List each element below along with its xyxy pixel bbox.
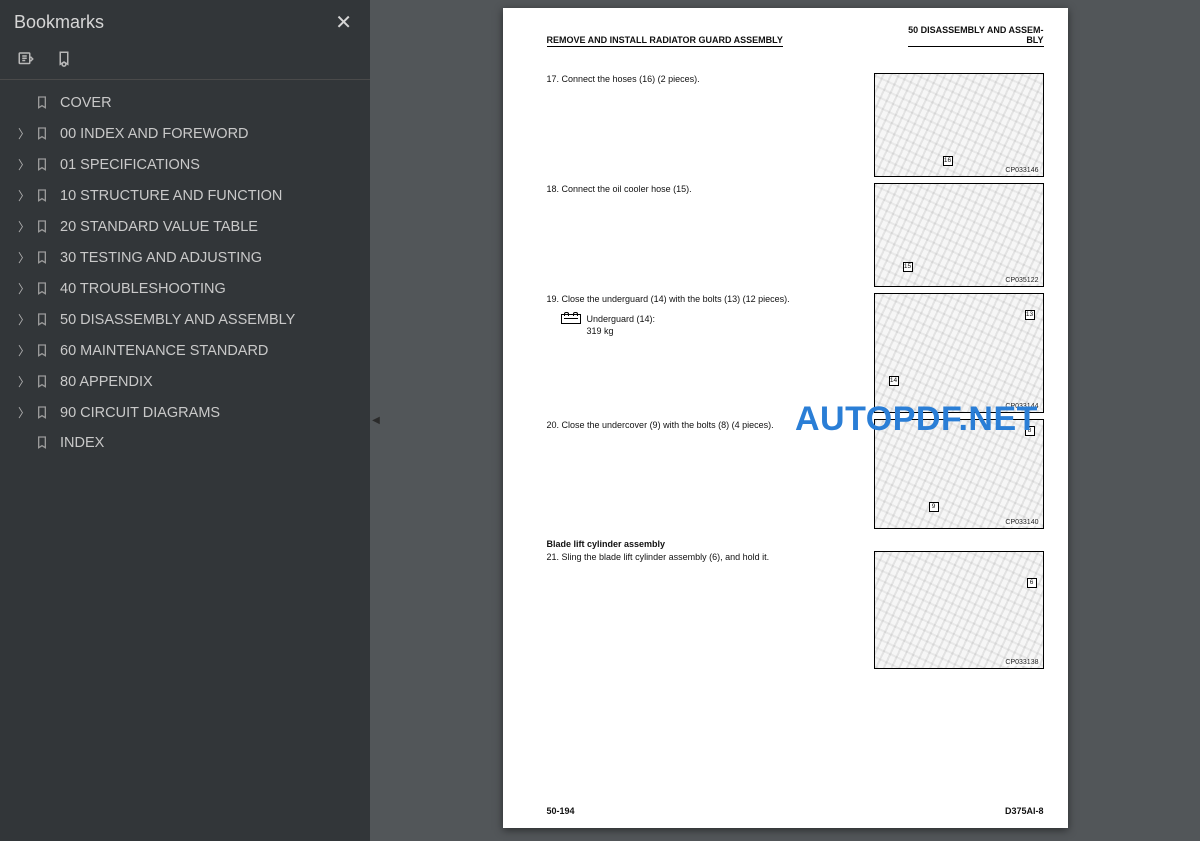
bookmark-label: 50 DISASSEMBLY AND ASSEMBLY: [60, 312, 295, 328]
figure-image: CP033140 8 9: [874, 419, 1044, 529]
bookmark-item[interactable]: 〉 40 TROUBLESHOOTING: [0, 273, 370, 304]
bookmark-label: 60 MAINTENANCE STANDARD: [60, 343, 268, 359]
figure-image: CP033144 13 14: [874, 293, 1044, 413]
bookmark-label: 20 STANDARD VALUE TABLE: [60, 219, 258, 235]
sidebar-toolbar: [0, 43, 370, 80]
mass-icon: [561, 314, 581, 324]
figure-image: CP033138 6: [874, 551, 1044, 669]
page-body: 17. Connect the hoses (16) (2 pieces).CP…: [547, 73, 1044, 669]
header-left: REMOVE AND INSTALL RADIATOR GUARD ASSEMB…: [547, 35, 783, 47]
subheading: Blade lift cylinder assembly: [547, 539, 1044, 549]
bookmark-icon: [34, 281, 50, 297]
bookmark-label: 90 CIRCUIT DIAGRAMS: [60, 405, 220, 421]
procedure-step: 17. Connect the hoses (16) (2 pieces).CP…: [547, 73, 1044, 177]
figure-callout: 14: [889, 376, 899, 386]
figure-callout: 9: [929, 502, 939, 512]
step-text: 20. Close the undercover (9) with the bo…: [547, 419, 874, 529]
bookmark-label: 30 TESTING AND ADJUSTING: [60, 250, 262, 266]
bookmark-item[interactable]: COVER: [0, 88, 370, 118]
bookmark-icon: [34, 312, 50, 328]
figure-code: CP033144: [1004, 403, 1039, 410]
page-footer: 50-194 D375AI-8: [547, 805, 1044, 816]
bookmark-item[interactable]: 〉 90 CIRCUIT DIAGRAMS: [0, 397, 370, 428]
sidebar-title: Bookmarks: [14, 12, 104, 33]
bookmark-item[interactable]: INDEX: [0, 428, 370, 458]
chevron-right-icon[interactable]: 〉: [18, 187, 28, 204]
bookmark-item[interactable]: 〉 30 TESTING AND ADJUSTING: [0, 242, 370, 273]
outline-view-icon[interactable]: [16, 49, 36, 69]
chevron-right-icon[interactable]: 〉: [18, 311, 28, 328]
procedure-step: 18. Connect the oil cooler hose (15).CP0…: [547, 183, 1044, 287]
bookmark-item[interactable]: 〉 10 STRUCTURE AND FUNCTION: [0, 180, 370, 211]
chevron-right-icon[interactable]: 〉: [18, 342, 28, 359]
bookmark-label: COVER: [60, 95, 112, 111]
bookmark-icon: [34, 435, 50, 451]
bookmark-icon: [34, 157, 50, 173]
figure-code: CP033138: [1004, 659, 1039, 666]
bookmark-label: 40 TROUBLESHOOTING: [60, 281, 226, 297]
bookmark-item[interactable]: 〉 00 INDEX AND FOREWORD: [0, 118, 370, 149]
bookmarks-sidebar: Bookmarks ✕ COVER〉00 INDEX AND FOREWORD〉…: [0, 0, 370, 841]
bookmark-icon: [34, 405, 50, 421]
bookmark-item[interactable]: 〉 60 MAINTENANCE STANDARD: [0, 335, 370, 366]
bookmark-item[interactable]: 〉 50 DISASSEMBLY AND ASSEMBLY: [0, 304, 370, 335]
bookmark-label: 00 INDEX AND FOREWORD: [60, 126, 249, 142]
footer-page-number: 50-194: [547, 806, 575, 816]
bookmark-label: 01 SPECIFICATIONS: [60, 157, 200, 173]
step-text: 18. Connect the oil cooler hose (15).: [547, 183, 874, 287]
document-page: REMOVE AND INSTALL RADIATOR GUARD ASSEMB…: [503, 8, 1068, 828]
bookmark-icon: [34, 343, 50, 359]
figure-callout: 15: [903, 262, 913, 272]
chevron-right-icon[interactable]: 〉: [18, 373, 28, 390]
close-icon[interactable]: ✕: [331, 10, 356, 35]
bookmark-item[interactable]: 〉 01 SPECIFICATIONS: [0, 149, 370, 180]
procedure-step: 21. Sling the blade lift cylinder assemb…: [547, 551, 1044, 669]
chevron-right-icon[interactable]: 〉: [18, 218, 28, 235]
step-weight-note: Underguard (14):319 kg: [561, 313, 864, 337]
figure-callout: 6: [1027, 578, 1037, 588]
figure-callout: 13: [1025, 310, 1035, 320]
bookmark-icon: [34, 188, 50, 204]
figure-callout: 16: [943, 156, 953, 166]
figure-code: CP035122: [1004, 277, 1039, 284]
bookmark-item[interactable]: 〉 20 STANDARD VALUE TABLE: [0, 211, 370, 242]
bookmark-item[interactable]: 〉 80 APPENDIX: [0, 366, 370, 397]
sidebar-header: Bookmarks ✕: [0, 0, 370, 43]
figure-image: CP035122 15: [874, 183, 1044, 287]
current-bookmark-icon[interactable]: [54, 49, 74, 69]
chevron-right-icon[interactable]: 〉: [18, 156, 28, 173]
document-viewport[interactable]: ◀ REMOVE AND INSTALL RADIATOR GUARD ASSE…: [370, 0, 1200, 841]
chevron-right-icon[interactable]: 〉: [18, 404, 28, 421]
bookmark-icon: [34, 95, 50, 111]
footer-model: D375AI-8: [1005, 806, 1044, 816]
bookmark-icon: [34, 250, 50, 266]
bookmark-icon: [34, 126, 50, 142]
figure-code: CP033146: [1004, 167, 1039, 174]
figure-callout: 8: [1025, 426, 1035, 436]
bookmark-list: COVER 〉 00 INDEX AND FOREWORD 〉 01 SPECIFICA…: [0, 80, 370, 458]
procedure-step: 19. Close the underguard (14) with the b…: [547, 293, 1044, 413]
header-right: 50 DISASSEMBLY AND ASSEM- BLY: [908, 26, 1043, 47]
chevron-right-icon[interactable]: 〉: [18, 125, 28, 142]
bookmark-label: INDEX: [60, 435, 104, 451]
page-header: REMOVE AND INSTALL RADIATOR GUARD ASSEMB…: [547, 26, 1044, 47]
figure-code: CP033140: [1004, 519, 1039, 526]
figure-image: CP033146 16: [874, 73, 1044, 177]
bookmark-icon: [34, 374, 50, 390]
step-text: 17. Connect the hoses (16) (2 pieces).: [547, 73, 874, 177]
step-text: 21. Sling the blade lift cylinder assemb…: [547, 551, 874, 669]
chevron-right-icon[interactable]: 〉: [18, 249, 28, 266]
chevron-right-icon[interactable]: 〉: [18, 280, 28, 297]
procedure-step: 20. Close the undercover (9) with the bo…: [547, 419, 1044, 529]
bookmark-icon: [34, 219, 50, 235]
collapse-sidebar-icon[interactable]: ◀: [370, 401, 382, 441]
bookmark-label: 10 STRUCTURE AND FUNCTION: [60, 188, 282, 204]
step-text: 19. Close the underguard (14) with the b…: [547, 293, 874, 413]
bookmark-label: 80 APPENDIX: [60, 374, 153, 390]
